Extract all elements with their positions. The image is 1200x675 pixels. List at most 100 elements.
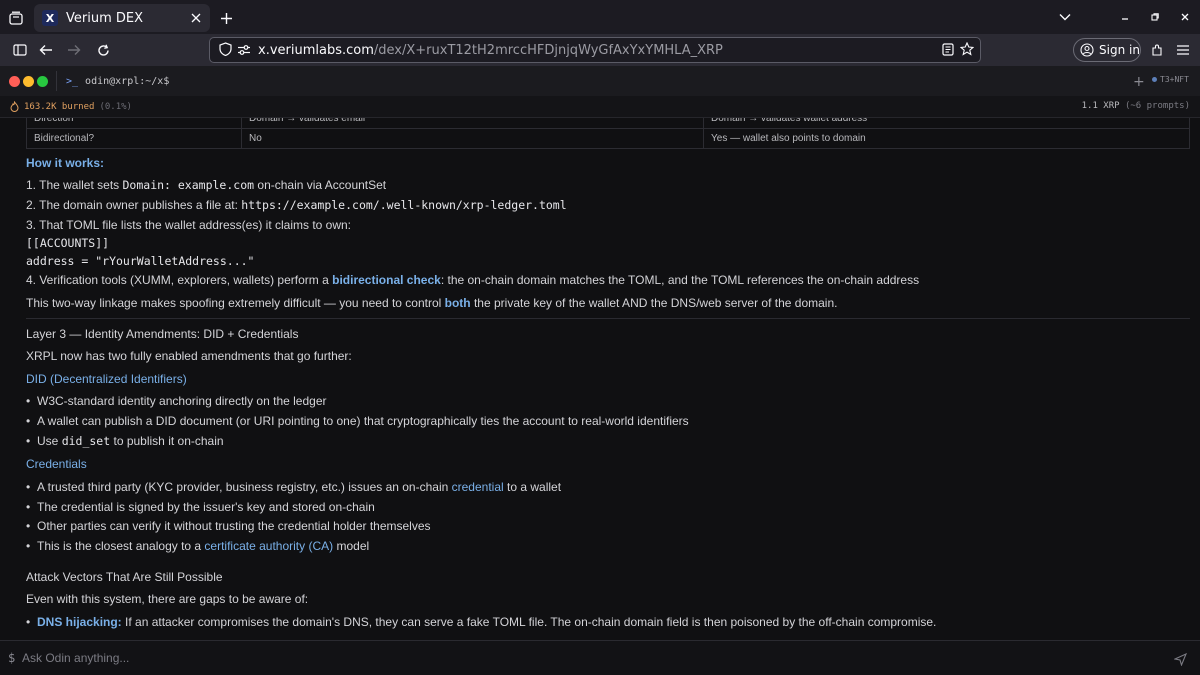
list-item-text: This is the closest analogy to a bbox=[37, 539, 205, 553]
network-badge-label: T3+NFT bbox=[1160, 75, 1189, 84]
restore-icon[interactable] bbox=[1140, 2, 1170, 32]
tab-verium-dex[interactable]: X Verium DEX bbox=[34, 4, 210, 32]
cost-readout: 1.1 XRP (~6 prompts) bbox=[1082, 101, 1190, 111]
linkage-text: This two-way linkage makes spoofing extr… bbox=[26, 296, 445, 310]
reader-view-icon[interactable] bbox=[942, 41, 954, 60]
list-item-text-end: to publish it on-chain bbox=[110, 434, 224, 448]
sidebar-icon[interactable] bbox=[8, 38, 32, 62]
app-header bbox=[0, 66, 1200, 96]
burned-percent: (0.1%) bbox=[99, 101, 132, 112]
step-2: 2. The domain owner publishes a file at:… bbox=[26, 198, 567, 212]
bookmark-star-icon[interactable] bbox=[959, 41, 975, 60]
terminal-icon: >_ bbox=[66, 75, 79, 87]
step-1: 1. The wallet sets Domain: example.com o… bbox=[26, 178, 386, 192]
code-line: address = "rYourWalletAddress..." bbox=[26, 254, 255, 268]
list-item-text-end: model bbox=[333, 539, 370, 553]
step-4-text-end: : the on-chain domain matches the TOML, … bbox=[440, 273, 920, 287]
comparison-table: Direction Domain → validates email Domai… bbox=[26, 118, 1190, 149]
maximize-dot[interactable] bbox=[37, 76, 48, 87]
reload-icon[interactable] bbox=[91, 38, 115, 62]
list-item-text: Other parties can verify it without trus… bbox=[37, 519, 431, 533]
send-icon[interactable] bbox=[1172, 651, 1188, 667]
status-dot-icon bbox=[1152, 77, 1157, 82]
sign-in-button[interactable]: Sign in bbox=[1073, 38, 1141, 62]
list-item: The credential is signed by the issuer's… bbox=[26, 500, 375, 514]
list-item-text-end: to a wallet bbox=[503, 480, 562, 494]
terminal-prompt: >_ odin@xrpl:~/x$ bbox=[66, 66, 169, 96]
credential-link[interactable]: credential bbox=[452, 480, 504, 494]
list-item-text: A wallet can publish a DID document (or … bbox=[37, 414, 689, 428]
table-cell: No bbox=[241, 128, 704, 149]
linkage-paragraph: This two-way linkage makes spoofing extr… bbox=[26, 296, 837, 310]
url-text[interactable]: x.veriumlabs.com/dex/X+ruxT12tH2mrccHFDj… bbox=[254, 43, 942, 58]
divider bbox=[26, 318, 1190, 319]
add-icon[interactable]: + bbox=[1133, 74, 1145, 90]
cost-note: (~6 prompts) bbox=[1124, 101, 1190, 111]
address-bar[interactable]: x.veriumlabs.com/dex/X+ruxT12tH2mrccHFDj… bbox=[209, 37, 981, 63]
table-row: Bidirectional? No Yes — wallet also poin… bbox=[26, 128, 1190, 149]
chat-content: Direction Domain → validates email Domai… bbox=[0, 118, 1200, 640]
list-all-tabs-icon[interactable] bbox=[1050, 2, 1080, 32]
linkage-text-end: the private key of the wallet AND the DN… bbox=[470, 296, 838, 310]
list-item: This is the closest analogy to a certifi… bbox=[26, 539, 370, 553]
forward-icon[interactable] bbox=[62, 38, 86, 62]
step-2-text: 2. The domain owner publishes a file at: bbox=[26, 198, 242, 212]
code-line: [[ACCOUNTS]] bbox=[26, 236, 110, 250]
tab-title: Verium DEX bbox=[66, 10, 144, 26]
flame-icon bbox=[10, 101, 19, 112]
list-item: Other parties can verify it without trus… bbox=[26, 519, 431, 533]
minimize-icon[interactable] bbox=[1110, 2, 1140, 32]
did-heading: DID (Decentralized Identifiers) bbox=[26, 372, 187, 386]
attack-intro: Even with this system, there are gaps to… bbox=[26, 592, 309, 606]
list-item: Use did_set to publish it on-chain bbox=[26, 434, 224, 448]
ask-odin-input[interactable] bbox=[22, 648, 1152, 668]
cost-value: 1.1 XRP bbox=[1081, 101, 1120, 111]
tab-strip: X Verium DEX bbox=[0, 0, 1200, 34]
url-path: /dex/X+ruxT12tH2mrccHFDjnjqWyGfAxYxYMHLA… bbox=[373, 42, 723, 58]
status-bar: 163.2K burned (0.1%) 1.1 XRP (~6 prompts… bbox=[0, 96, 1200, 118]
chat-input-bar: $ bbox=[0, 640, 1200, 675]
table-cell: Domain → validates wallet address bbox=[703, 118, 1190, 129]
step-1-text-end: on-chain via AccountSet bbox=[254, 178, 387, 192]
inline-code: Domain: example.com bbox=[122, 178, 255, 192]
window-controls bbox=[1050, 0, 1200, 34]
table-row: Direction Domain → validates email Domai… bbox=[26, 118, 1190, 129]
close-tab-icon[interactable] bbox=[186, 8, 206, 28]
layer-3-heading: Layer 3 — Identity Amendments: DID + Cre… bbox=[26, 327, 299, 341]
tab-overview-icon[interactable] bbox=[6, 8, 26, 28]
site-permissions-icon[interactable] bbox=[237, 41, 251, 60]
close-window-icon[interactable] bbox=[1170, 2, 1200, 32]
network-badge: T3+NFT bbox=[1152, 75, 1189, 84]
sign-in-label: Sign in bbox=[1099, 43, 1140, 57]
attack-vectors-heading: Attack Vectors That Are Still Possible bbox=[26, 570, 223, 584]
minimize-dot[interactable] bbox=[23, 76, 34, 87]
back-icon[interactable] bbox=[34, 38, 58, 62]
emphasis-both: both bbox=[444, 296, 471, 310]
burned-count: 163.2K burned bbox=[24, 101, 95, 112]
table-cell: Yes — wallet also points to domain bbox=[703, 128, 1190, 149]
table-cell: Domain → validates email bbox=[241, 118, 704, 129]
menu-icon[interactable] bbox=[1171, 38, 1195, 62]
step-1-text: 1. The wallet sets bbox=[26, 178, 123, 192]
xrpl-intro: XRPL now has two fully enabled amendment… bbox=[26, 349, 352, 363]
close-dot[interactable] bbox=[9, 76, 20, 87]
tracking-protection-icon[interactable] bbox=[219, 41, 232, 60]
account-icon bbox=[1080, 43, 1094, 57]
list-item-text: If an attacker compromises the domain's … bbox=[121, 615, 937, 629]
list-item: W3C-standard identity anchoring directly… bbox=[26, 394, 327, 408]
credentials-heading: Credentials bbox=[26, 457, 87, 471]
table-cell: Direction bbox=[26, 118, 242, 129]
list-item-text: W3C-standard identity anchoring directly… bbox=[37, 394, 327, 408]
new-tab-icon[interactable] bbox=[216, 8, 236, 28]
certificate-authority-link[interactable]: certificate authority (CA) bbox=[204, 539, 333, 553]
step-4-text: 4. Verification tools (XUMM, explorers, … bbox=[26, 273, 333, 287]
list-item-text: Use bbox=[37, 434, 62, 448]
step-4: 4. Verification tools (XUMM, explorers, … bbox=[26, 273, 919, 287]
list-item: DNS hijacking: If an attacker compromise… bbox=[26, 615, 937, 629]
bidirectional-check-link[interactable]: bidirectional check bbox=[332, 273, 441, 287]
dns-hijacking-label: DNS hijacking: bbox=[37, 615, 122, 629]
extensions-icon[interactable] bbox=[1145, 38, 1169, 62]
inline-code: https://example.com/.well-known/xrp-ledg… bbox=[241, 198, 567, 212]
prompt-symbol-icon: $ bbox=[8, 651, 16, 665]
header-divider bbox=[56, 71, 57, 91]
